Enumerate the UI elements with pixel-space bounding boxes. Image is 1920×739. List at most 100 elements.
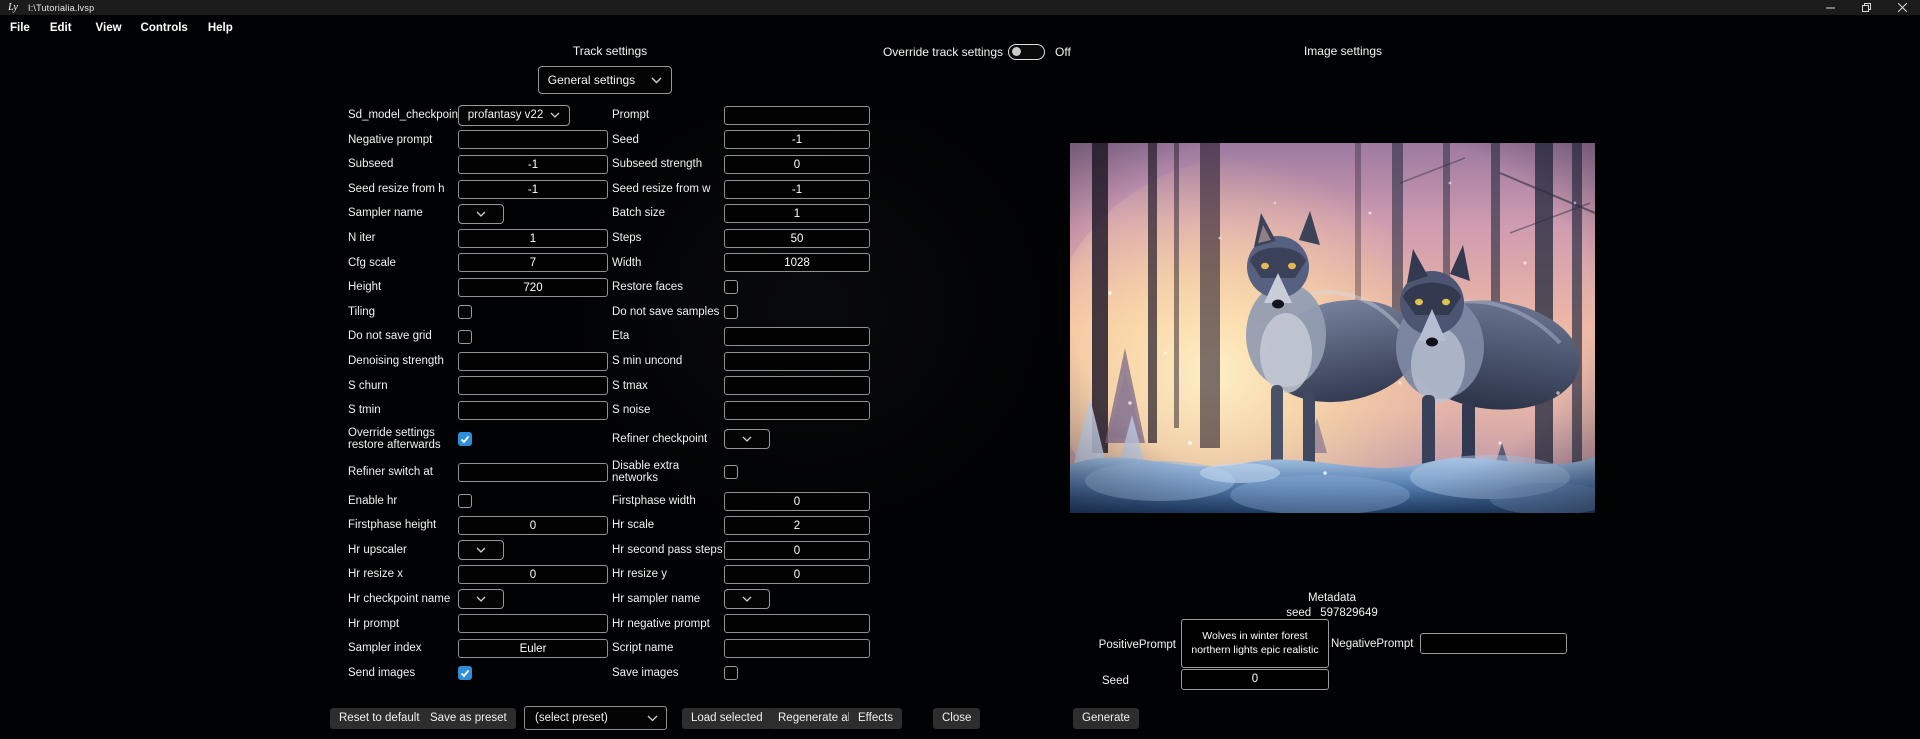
regenerate-all-button[interactable]: Regenerate all xyxy=(769,708,862,729)
close-icon[interactable] xyxy=(1884,0,1920,15)
width-input[interactable]: 1028 xyxy=(724,253,870,272)
override-settings-restore-afterwards-checkbox[interactable] xyxy=(458,432,472,446)
app-window: Ly I:\Tutorialia.lvsp File Edit View Con… xyxy=(0,0,1920,739)
s-noise-input[interactable] xyxy=(724,401,870,420)
save-as-preset-button[interactable]: Save as preset xyxy=(421,708,516,729)
seed-field[interactable]: 0 xyxy=(1181,669,1329,690)
load-selected-button[interactable]: Load selected xyxy=(682,708,772,729)
settings-row: Hr resize x0Hr resize y0 xyxy=(348,563,878,588)
refiner-checkpoint-label: Refiner checkpoint xyxy=(612,433,724,446)
settings-row: Sampler nameBatch size1 xyxy=(348,201,878,226)
s-min-uncond-input[interactable] xyxy=(724,352,870,371)
subseed-strength-input[interactable]: 0 xyxy=(724,155,870,174)
settings-grid: Sd_model_checkpointprofantasy v22PromptN… xyxy=(348,103,878,685)
chevron-down-icon xyxy=(476,547,486,553)
s-tmin-input[interactable] xyxy=(458,401,608,420)
save-images-checkbox[interactable] xyxy=(724,666,738,680)
do-not-save-grid-checkbox[interactable] xyxy=(458,330,472,344)
settings-row: Hr checkpoint name Hr sampler name xyxy=(348,587,878,612)
override-track-settings-label: Override track settings xyxy=(856,45,1003,59)
generated-image xyxy=(1070,143,1595,513)
hr-resize-x-input[interactable]: 0 xyxy=(458,565,608,584)
toggle-knob xyxy=(1012,47,1021,56)
menu-edit[interactable]: Edit xyxy=(50,22,72,34)
subseed-input[interactable]: -1 xyxy=(458,155,608,174)
n-iter-input[interactable]: 1 xyxy=(458,229,608,248)
positive-prompt-field[interactable]: Wolves in winter forest northern lights … xyxy=(1181,619,1329,668)
do-not-save-samples-checkbox[interactable] xyxy=(724,305,738,319)
menu-controls[interactable]: Controls xyxy=(141,22,188,34)
close-button[interactable]: Close xyxy=(933,708,980,729)
prompt-label: Prompt xyxy=(612,109,724,122)
restore-icon[interactable] xyxy=(1848,0,1884,15)
hr-resize-y-input[interactable]: 0 xyxy=(724,565,870,584)
send-images-checkbox[interactable] xyxy=(458,666,472,680)
hr-scale-input[interactable]: 2 xyxy=(724,516,870,535)
negative-prompt-field[interactable] xyxy=(1420,633,1567,654)
tiling-checkbox[interactable] xyxy=(458,305,472,319)
effects-button[interactable]: Effects xyxy=(849,708,902,729)
prompt-input[interactable] xyxy=(724,106,870,125)
negative-prompt-label: NegativePrompt xyxy=(1331,638,1413,650)
preset-select-dropdown[interactable]: (select preset) xyxy=(524,706,667,730)
steps-input[interactable]: 50 xyxy=(724,229,870,248)
track-preset-dropdown[interactable]: General settings xyxy=(538,66,672,94)
hr-second-pass-steps-input[interactable]: 0 xyxy=(724,541,870,560)
hr-sampler-name-dropdown[interactable] xyxy=(724,589,770,609)
hr-negative-prompt-input[interactable] xyxy=(724,614,870,633)
negative-prompt-input[interactable] xyxy=(458,130,608,149)
refiner-checkpoint-dropdown[interactable] xyxy=(724,429,770,449)
restore-faces-checkbox[interactable] xyxy=(724,280,738,294)
firstphase-width-label: Firstphase width xyxy=(612,495,724,508)
hr-checkpoint-name-label: Hr checkpoint name xyxy=(348,593,458,606)
seed-resize-from-w-input[interactable]: -1 xyxy=(724,180,870,199)
s-min-uncond-label: S min uncond xyxy=(612,355,724,368)
script-name-input[interactable] xyxy=(724,639,870,658)
cfg-scale-input[interactable]: 7 xyxy=(458,253,608,272)
menu-view[interactable]: View xyxy=(96,22,122,34)
disable-extra-networks-checkbox[interactable] xyxy=(724,465,738,479)
hr-prompt-input[interactable] xyxy=(458,614,608,633)
firstphase-width-input[interactable]: 0 xyxy=(724,492,870,511)
seed-resize-from-h-label: Seed resize from h xyxy=(348,183,458,196)
sampler-name-dropdown[interactable] xyxy=(458,204,504,224)
eta-input[interactable] xyxy=(724,327,870,346)
menu-help[interactable]: Help xyxy=(208,22,233,34)
hr-second-pass-steps-label: Hr second pass steps xyxy=(612,544,724,557)
denoising-strength-input[interactable] xyxy=(458,352,608,371)
generate-button[interactable]: Generate xyxy=(1073,708,1139,729)
batch-size-input[interactable]: 1 xyxy=(724,204,870,223)
sd-model-checkpoint-dropdown[interactable]: profantasy v22 xyxy=(458,105,570,126)
settings-row: Sd_model_checkpointprofantasy v22Prompt xyxy=(348,103,878,128)
s-tmax-input[interactable] xyxy=(724,376,870,395)
seed-input[interactable]: -1 xyxy=(724,130,870,149)
firstphase-height-input[interactable]: 0 xyxy=(458,516,608,535)
send-images-label: Send images xyxy=(348,667,458,680)
firstphase-height-label: Firstphase height xyxy=(348,519,458,532)
minimize-icon[interactable] xyxy=(1812,0,1848,15)
chevron-down-icon xyxy=(742,596,752,602)
track-preset-value: General settings xyxy=(548,73,635,87)
metadata-seed-value: 597829649 xyxy=(1320,607,1378,619)
sampler-index-input[interactable]: Euler xyxy=(458,639,608,658)
reset-to-default-button[interactable]: Reset to default xyxy=(330,708,429,729)
settings-row: Negative prompt Seed-1 xyxy=(348,128,878,153)
seed-label: Seed xyxy=(612,134,724,147)
enable-hr-checkbox[interactable] xyxy=(458,494,472,508)
hr-upscaler-dropdown[interactable] xyxy=(458,540,504,560)
negative-prompt-label: Negative prompt xyxy=(348,134,458,147)
height-input[interactable]: 720 xyxy=(458,278,608,297)
track-settings-title: Track settings xyxy=(545,44,675,58)
hr-sampler-name-label: Hr sampler name xyxy=(612,593,724,606)
settings-row: N iter1Steps50 xyxy=(348,226,878,251)
override-track-settings-toggle[interactable] xyxy=(1008,44,1045,60)
s-churn-label: S churn xyxy=(348,380,458,393)
seed-resize-from-h-input[interactable]: -1 xyxy=(458,180,608,199)
settings-row: Height720Restore faces xyxy=(348,275,878,300)
refiner-switch-at-input[interactable] xyxy=(458,463,608,482)
s-churn-input[interactable] xyxy=(458,376,608,395)
menu-file[interactable]: File xyxy=(10,22,30,34)
hr-checkpoint-name-dropdown[interactable] xyxy=(458,589,504,609)
settings-row: Do not save gridEta xyxy=(348,324,878,349)
chevron-down-icon xyxy=(651,77,662,84)
